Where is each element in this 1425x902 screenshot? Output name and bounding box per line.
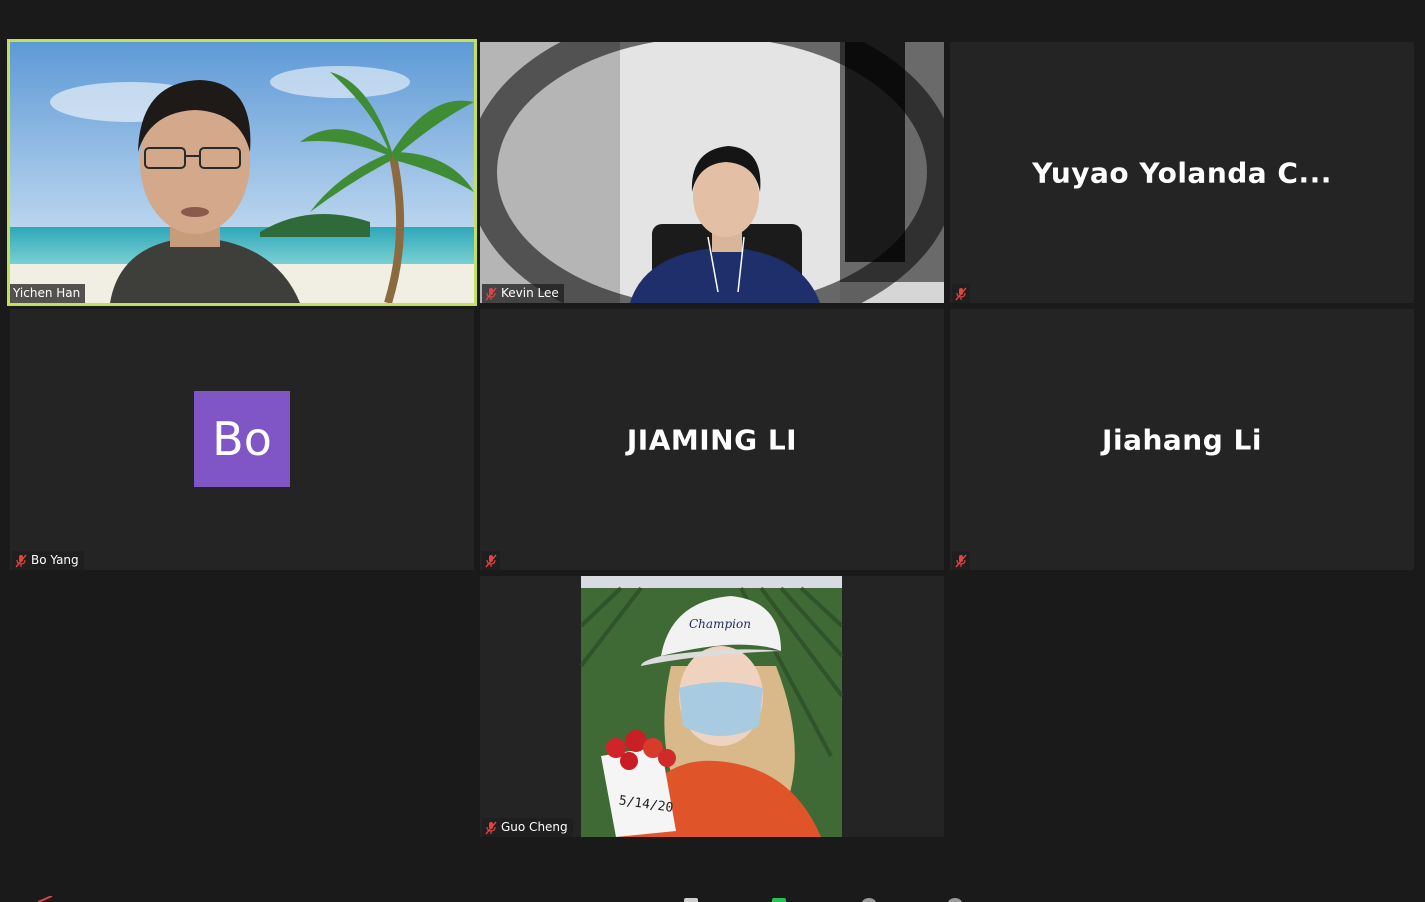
- meeting-gallery-view: Yichen Han Kevin Lee Yuyao Yolanda C... …: [0, 0, 1425, 902]
- mic-muted-icon: [955, 554, 967, 567]
- mute-icon[interactable]: [36, 896, 54, 902]
- participant-display-name: JIAMING LI: [626, 423, 798, 456]
- participant-tile-guo-cheng[interactable]: Champion 5/14/20 Guo Cheng: [480, 576, 944, 837]
- participant-nametag: [952, 284, 970, 303]
- meeting-toolbar: [0, 888, 1425, 902]
- mic-muted-icon: [485, 287, 497, 300]
- participant-nametag: [482, 551, 500, 570]
- svg-text:Champion: Champion: [689, 617, 751, 631]
- participant-tile-bo-yang[interactable]: Bo Bo Yang: [10, 309, 474, 570]
- participant-name: Yichen Han: [13, 286, 81, 300]
- video-feed: [480, 42, 944, 303]
- avatar: Bo: [194, 391, 290, 487]
- video-feed: [10, 42, 474, 303]
- participant-nametag: Bo Yang: [12, 551, 84, 570]
- mic-muted-icon: [955, 287, 967, 300]
- participant-display-name: Jiahang Li: [1102, 423, 1262, 456]
- participant-display-name: Yuyao Yolanda C...: [1032, 156, 1332, 189]
- participant-tile-yuyao-yolanda[interactable]: Yuyao Yolanda C...: [950, 42, 1414, 303]
- participant-tile-yichen-han[interactable]: Yichen Han: [7, 39, 477, 306]
- participant-tile-jiahang-li[interactable]: Jiahang Li: [950, 309, 1414, 570]
- participant-nametag: Yichen Han: [10, 284, 86, 303]
- mic-muted-icon: [15, 554, 27, 567]
- share-screen-green-icon[interactable]: [772, 898, 786, 902]
- participant-tile-kevin-lee[interactable]: Kevin Lee: [480, 42, 944, 303]
- mic-muted-icon: [485, 821, 497, 834]
- participant-tile-jiaming-li[interactable]: JIAMING LI: [480, 309, 944, 570]
- record-icon[interactable]: [862, 898, 876, 902]
- video-feed: Champion 5/14/20: [480, 576, 944, 837]
- share-screen-icon[interactable]: [684, 898, 698, 902]
- participant-name: Guo Cheng: [501, 820, 568, 834]
- mic-muted-icon: [485, 554, 497, 567]
- participant-nametag: Kevin Lee: [482, 284, 564, 303]
- participant-name: Kevin Lee: [501, 286, 559, 300]
- participant-name: Bo Yang: [31, 553, 79, 567]
- participant-nametag: Guo Cheng: [482, 818, 573, 837]
- reactions-icon[interactable]: [948, 898, 962, 902]
- participant-nametag: [952, 551, 970, 570]
